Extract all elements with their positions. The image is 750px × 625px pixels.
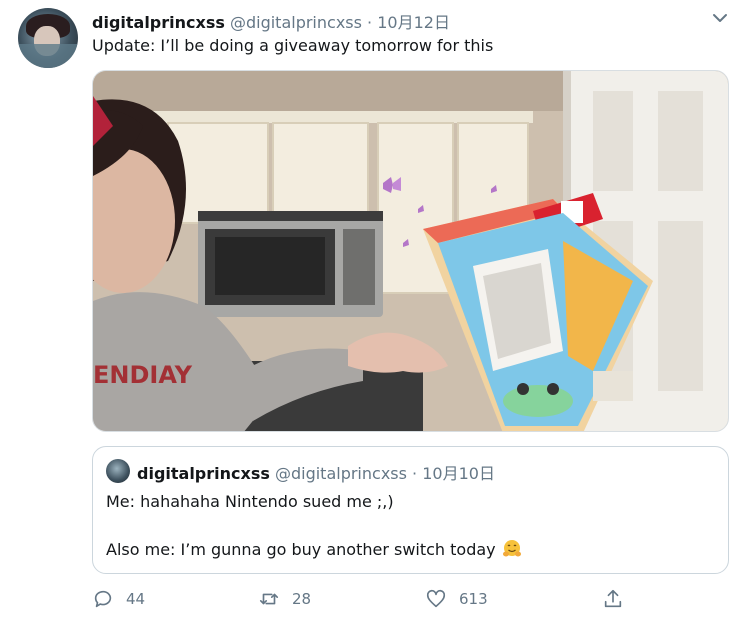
reply-count: 44 (126, 590, 146, 608)
reply-button[interactable]: 44 (92, 586, 145, 612)
retweet-button[interactable]: 28 (258, 586, 311, 612)
reply-icon (94, 590, 112, 608)
quoted-text-line-2-text: Also me: I’m gunna go buy another switch… (106, 540, 496, 559)
quoted-header: digitalprincxss @digitalprincxss · 10月10… (137, 460, 495, 484)
share-button[interactable] (602, 586, 624, 612)
quoted-text-line-2: Also me: I’m gunna go buy another switch… (106, 539, 522, 559)
avatar-overlay (18, 44, 78, 68)
quoted-handle: @digitalprincxss (274, 464, 407, 483)
user-handle[interactable]: @digitalprincxss (230, 13, 362, 32)
separator-dot: · (367, 13, 373, 32)
hugging-face-emoji-icon (502, 540, 521, 557)
chevron-down-icon[interactable] (710, 8, 730, 28)
tweet-header: digitalprincxss @digitalprincxss · 10月12… (92, 9, 450, 33)
avatar[interactable] (18, 8, 78, 68)
sweatshirt-text: ENDIAY (93, 361, 193, 389)
tweet-date[interactable]: 10月12日 (377, 13, 450, 32)
quoted-date: 10月10日 (422, 464, 495, 483)
tweet-actions: 44 28 613 (92, 586, 652, 612)
heart-icon (426, 589, 446, 608)
retweet-count: 28 (292, 590, 312, 608)
share-icon (604, 589, 622, 608)
like-count: 613 (459, 590, 488, 608)
quoted-tweet[interactable]: digitalprincxss @digitalprincxss · 10月10… (92, 446, 729, 574)
photo-illustration: ENDIAY (93, 71, 728, 431)
like-button[interactable]: 613 (425, 586, 488, 612)
display-name[interactable]: digitalprincxss (92, 13, 225, 32)
quoted-separator-dot: · (412, 464, 418, 483)
tweet-text: Update: I’ll be doing a giveaway tomorro… (92, 36, 494, 55)
quoted-text-line-1: Me: hahahaha Nintendo sued me ;,) (106, 492, 394, 511)
quoted-display-name: digitalprincxss (137, 464, 270, 483)
tweet: digitalprincxss @digitalprincxss · 10月12… (0, 0, 750, 625)
tweet-photo[interactable]: ENDIAY (92, 70, 729, 432)
quoted-avatar (106, 459, 130, 483)
retweet-icon (259, 593, 279, 605)
